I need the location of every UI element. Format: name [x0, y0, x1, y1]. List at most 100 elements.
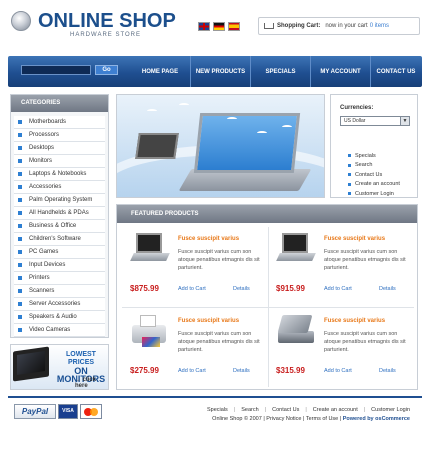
footer-link-contact[interactable]: Contact Us	[272, 407, 299, 413]
category-item[interactable]: Palm Operating System	[14, 194, 105, 207]
spanish-flag-icon[interactable]	[228, 22, 240, 31]
shopping-cart-box[interactable]: Shopping Cart: now in your cart 0 items	[258, 17, 420, 35]
promo-line1: LOWEST PRICES	[66, 351, 96, 366]
monitor-icon	[13, 346, 49, 382]
product-title[interactable]: Fusce suscipit varius	[178, 318, 239, 324]
seagull-icon	[227, 117, 237, 121]
footer-link-search[interactable]: Search	[241, 407, 258, 413]
bullet-icon	[18, 276, 22, 280]
quick-link-create-account[interactable]: Create an account	[348, 180, 400, 190]
footer-link-create-account[interactable]: Create an account	[313, 407, 358, 413]
product-card: Fusce suscipit varius Fusce suscipit var…	[122, 309, 268, 387]
seagull-icon	[179, 103, 189, 107]
category-item[interactable]: Scanners	[14, 285, 105, 298]
category-item[interactable]: Desktops	[14, 142, 105, 155]
currency-selected: US Dollar	[344, 118, 366, 124]
featured-products-panel: FEATURED PRODUCTS Fusce suscipit varius …	[116, 204, 418, 390]
category-item[interactable]: Video Cameras	[14, 324, 105, 337]
hero-banner	[116, 94, 325, 198]
nav-contact-us[interactable]: CONTACT US	[370, 56, 421, 87]
quick-link-label: Contact Us	[355, 171, 383, 178]
product-title[interactable]: Fusce suscipit varius	[178, 236, 239, 242]
paypal-logo: PayPal	[14, 404, 56, 419]
seagull-icon	[147, 109, 157, 113]
german-flag-icon[interactable]	[213, 22, 225, 31]
product-title[interactable]: Fusce suscipit varius	[324, 318, 385, 324]
categories-panel: CATEGORIES Motherboards Processors Deskt…	[10, 94, 109, 338]
search-go-button[interactable]: Go	[95, 65, 118, 75]
add-to-cart-link[interactable]: Add to Cart	[324, 368, 352, 374]
category-item[interactable]: Business & Office	[14, 220, 105, 233]
nav-specials[interactable]: SPECIALS	[250, 56, 310, 87]
product-price: $915.99	[276, 284, 305, 293]
category-item[interactable]: Speakers & Audio	[14, 311, 105, 324]
site-title: ONLINE SHOP	[38, 10, 176, 32]
bullet-icon	[18, 159, 22, 163]
bullet-icon	[18, 237, 22, 241]
details-link[interactable]: Details	[379, 286, 396, 292]
monitor-promo-banner[interactable]: LOWEST PRICES ON MONITORS → click here	[10, 344, 109, 390]
privacy-link[interactable]: Privacy Notice	[266, 416, 301, 422]
details-link[interactable]: Details	[233, 286, 250, 292]
printer-icon[interactable]	[128, 313, 170, 349]
category-label: Business & Office	[29, 223, 77, 229]
uk-flag-icon[interactable]	[198, 22, 210, 31]
nav-home[interactable]: HOME PAGE	[130, 56, 190, 87]
quick-link-search[interactable]: Search	[348, 161, 400, 171]
add-to-cart-link[interactable]: Add to Cart	[324, 286, 352, 292]
category-label: Speakers & Audio	[29, 314, 77, 320]
product-card: Fusce suscipit varius Fusce suscipit var…	[268, 309, 414, 387]
featured-heading: FEATURED PRODUCTS	[117, 205, 417, 223]
quick-links: Specials Search Contact Us Create an acc…	[348, 151, 400, 199]
footer-link-login[interactable]: Customer Login	[371, 407, 410, 413]
logo[interactable]: ONLINE SHOP HARDWARE STORE	[8, 8, 188, 44]
chevron-down-icon[interactable]: ▼	[400, 117, 409, 125]
add-to-cart-link[interactable]: Add to Cart	[178, 368, 206, 374]
quick-link-label: Specials	[355, 152, 376, 159]
laptop-icon[interactable]	[274, 231, 316, 267]
category-item[interactable]: Monitors	[14, 155, 105, 168]
category-item[interactable]: Server Accessories	[14, 298, 105, 311]
quick-link-specials[interactable]: Specials	[348, 151, 400, 161]
nav-my-account[interactable]: MY ACCOUNT	[310, 56, 370, 87]
footer-link-specials[interactable]: Specials	[207, 407, 228, 413]
powered-by-link[interactable]: Powered by osCommerce	[343, 416, 410, 422]
category-item[interactable]: Printers	[14, 272, 105, 285]
cart-icon	[263, 22, 274, 30]
category-item[interactable]: Children's Software	[14, 233, 105, 246]
globe-logo-icon	[11, 11, 31, 31]
laptop-icon[interactable]	[128, 231, 170, 267]
quick-link-login[interactable]: Customer Login	[348, 189, 400, 199]
terms-link[interactable]: Terms of Use	[306, 416, 338, 422]
category-label: All Handhelds & PDAs	[29, 210, 89, 216]
category-item[interactable]: Laptops & Notebooks	[14, 168, 105, 181]
scanner-icon[interactable]	[274, 313, 316, 349]
cart-count[interactable]: 0 items	[370, 23, 389, 29]
currency-select[interactable]: US Dollar ▼	[340, 116, 410, 126]
category-item[interactable]: Processors	[14, 129, 105, 142]
search-input[interactable]	[21, 65, 91, 75]
category-item[interactable]: Input Devices	[14, 259, 105, 272]
product-description: Fusce suscipit varius cum son atoque pen…	[324, 331, 406, 353]
details-link[interactable]: Details	[233, 368, 250, 374]
seagull-icon	[282, 125, 292, 129]
main-navbar: Go HOME PAGE NEW PRODUCTS SPECIALS MY AC…	[8, 56, 422, 87]
nav-new-products[interactable]: NEW PRODUCTS	[190, 56, 250, 87]
add-to-cart-link[interactable]: Add to Cart	[178, 286, 206, 292]
category-item[interactable]: PC Games	[14, 246, 105, 259]
product-price: $315.99	[276, 366, 305, 375]
details-link[interactable]: Details	[379, 368, 396, 374]
bullet-icon	[348, 173, 351, 177]
small-laptop-image	[135, 133, 179, 159]
separator: |	[233, 407, 236, 413]
category-label: Video Cameras	[29, 327, 71, 333]
visa-logo: VISA	[58, 404, 78, 419]
category-item[interactable]: Motherboards	[14, 116, 105, 129]
quick-link-contact[interactable]: Contact Us	[348, 170, 400, 180]
product-title[interactable]: Fusce suscipit varius	[324, 236, 385, 242]
category-label: Input Devices	[29, 262, 66, 268]
category-item[interactable]: All Handhelds & PDAs	[14, 207, 105, 220]
category-label: Printers	[29, 275, 50, 281]
category-item[interactable]: Accessories	[14, 181, 105, 194]
promo-click-link[interactable]: → click here	[75, 377, 108, 389]
